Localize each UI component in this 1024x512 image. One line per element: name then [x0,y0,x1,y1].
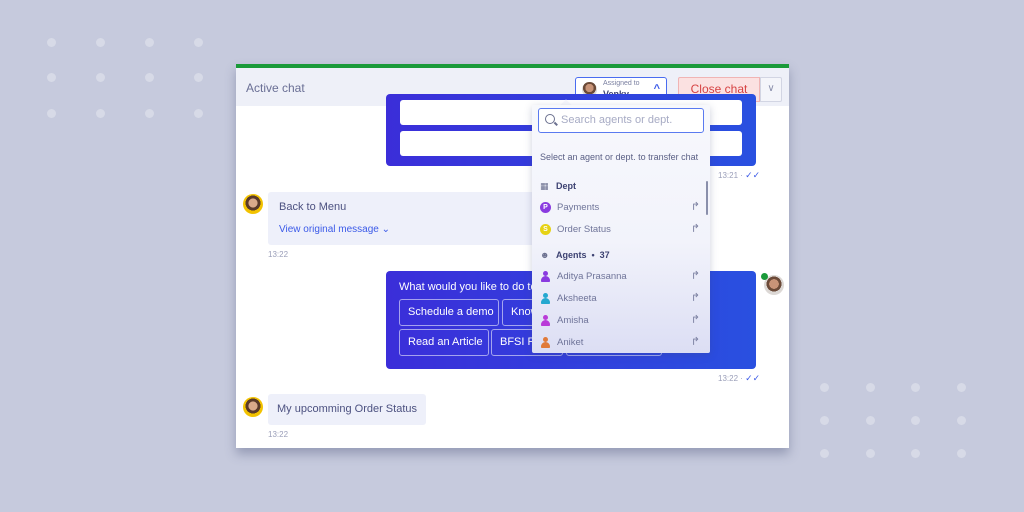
agent-avatar-icon [540,315,551,326]
bg-dot [957,416,966,425]
bg-dot [194,73,203,82]
customer-message: Back to Menu View original message ⌄ [268,192,538,245]
transfer-icon[interactable]: ↱ [691,200,700,213]
dept-item-payments[interactable]: P Payments ↱ [540,200,700,216]
bg-dot [866,416,875,425]
bg-dot [145,73,154,82]
transfer-icon[interactable]: ↱ [691,335,700,348]
transfer-hint: Select an agent or dept. to transfer cha… [540,152,699,162]
transfer-icon[interactable]: ↱ [691,222,700,235]
dept-item-order-status[interactable]: S Order Status ↱ [540,222,700,238]
message-timestamp: 13:21 · ✓✓ [718,170,761,180]
bg-dot [145,109,154,118]
bg-dot [96,73,105,82]
bg-dot [866,383,875,392]
agents-count: 37 [599,250,610,260]
user-icon: ☻ [540,250,550,260]
bg-dot [911,449,920,458]
customer-avatar [243,397,263,417]
agent-avatar-icon [540,271,551,282]
bg-dot [820,416,829,425]
agent-avatar-icon [540,293,551,304]
online-status-indicator [761,273,768,280]
transfer-icon[interactable]: ↱ [691,291,700,304]
transfer-dropdown: Select an agent or dept. to transfer cha… [532,105,710,353]
chat-title: Active chat [246,81,305,95]
quick-reply-button[interactable]: Schedule a demo [399,299,499,326]
chevron-down-icon: ⌄ [381,224,391,235]
bg-dot [911,383,920,392]
message-text: My upcomming Order Status [277,403,417,415]
read-receipt-icon: ✓✓ [745,373,761,383]
assigned-to-label: Assigned to [603,80,640,87]
agent-item[interactable]: Aksheeta ↱ [540,291,700,307]
bg-dot [194,38,203,47]
bg-dot [820,449,829,458]
bg-dot [47,73,56,82]
bg-dot [194,109,203,118]
chevron-down-icon: ∨ [767,83,775,94]
quick-reply-button[interactable]: Read an Article [399,329,489,356]
search-agents-input[interactable] [561,112,701,128]
bg-dot [145,38,154,47]
transfer-icon[interactable]: ↱ [691,269,700,282]
view-original-message-link[interactable]: View original message ⌄ [279,224,390,235]
search-agents-field[interactable] [538,108,704,133]
transfer-icon[interactable]: ↱ [691,313,700,326]
bg-dot [47,109,56,118]
agent-item[interactable]: Amisha ↱ [540,313,700,329]
customer-message: My upcomming Order Status [268,394,426,425]
bg-dot [957,449,966,458]
customer-avatar [243,194,263,214]
dept-badge-icon: S [540,224,551,235]
bg-dot [957,383,966,392]
agent-avatar-icon [540,337,551,348]
bg-dot [911,416,920,425]
message-timestamp: 13:22 · ✓✓ [718,373,761,383]
dept-badge-icon: P [540,202,551,213]
search-icon [545,114,555,124]
message-timestamp: 13:22 [268,430,289,439]
chat-panel: Active chat Assigned to Venky ^ Close ch… [236,64,789,448]
agent-item[interactable]: Aditya Prasanna ↱ [540,269,700,285]
agents-section-header: ☻ Agents • 37 [540,250,610,260]
message-timestamp: 13:22 [268,250,289,259]
bg-dot [96,109,105,118]
dept-section-header: ▦ Dept [540,181,576,191]
building-icon: ▦ [540,181,549,191]
bg-dot [820,383,829,392]
bg-dot [47,38,56,47]
dropdown-scrollbar[interactable] [706,181,708,215]
message-text: Back to Menu [279,201,347,213]
close-options-button[interactable]: ∨ [760,77,782,102]
read-receipt-icon: ✓✓ [745,170,761,180]
agent-item[interactable]: Aniket ↱ [540,335,700,351]
bg-dot [866,449,875,458]
bg-dot [96,38,105,47]
